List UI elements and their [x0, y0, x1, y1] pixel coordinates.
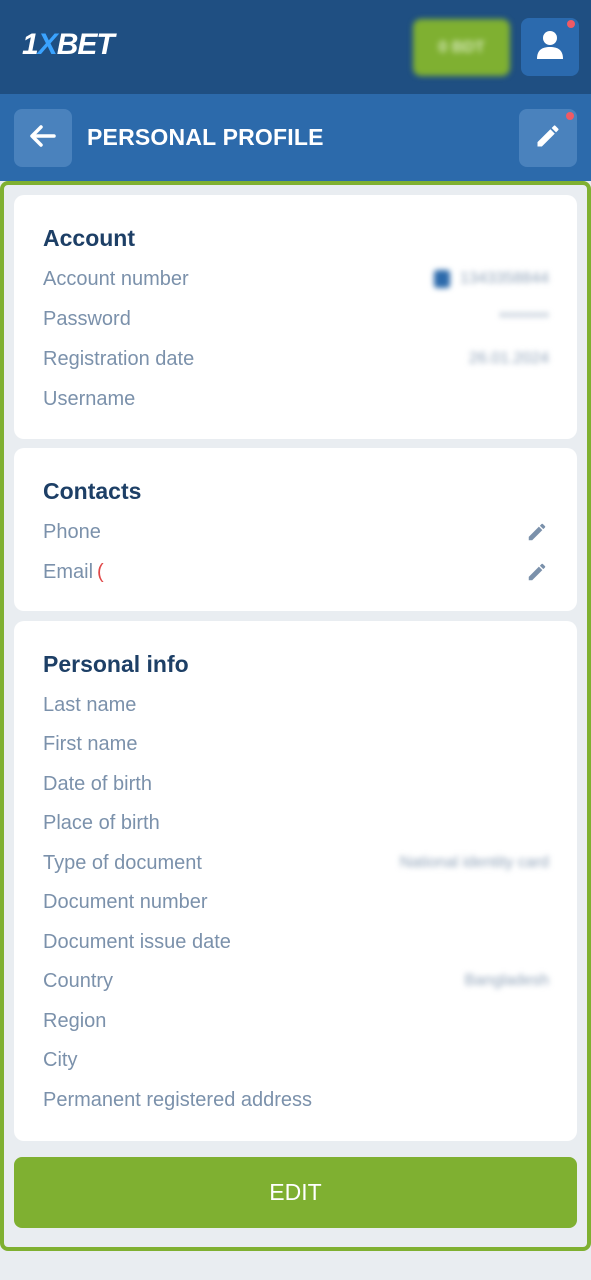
- row-label: Phone: [43, 520, 101, 543]
- balance-button[interactable]: 0 BDT: [413, 19, 510, 76]
- edit-button[interactable]: EDIT: [14, 1157, 577, 1228]
- contacts-card: Contacts Phone Email(: [14, 448, 577, 611]
- first-name-row: First name: [43, 729, 549, 759]
- balance-label: 0 BDT: [438, 38, 485, 56]
- back-button[interactable]: [14, 109, 72, 167]
- row-label: Username: [43, 387, 136, 410]
- date-of-birth-row: Date of birth: [43, 769, 549, 799]
- row-label: Document number: [43, 890, 208, 913]
- personal-info-card: Personal info Last name First name Date …: [14, 621, 577, 1141]
- document-number-row: Document number: [43, 887, 549, 917]
- row-label: Permanent registered address: [43, 1088, 313, 1111]
- row-label: Place of birth: [43, 811, 160, 834]
- card-title: Account: [43, 225, 135, 251]
- user-icon: [536, 30, 564, 65]
- row-label: Date of birth: [43, 772, 152, 795]
- registration-date-value: 26.01.2024: [468, 350, 549, 367]
- document-type-row: Type of document National identity card: [43, 848, 549, 878]
- row-label: City: [43, 1048, 78, 1071]
- password-value: ********: [499, 310, 549, 327]
- account-number-row: Account number 1343358844: [43, 264, 549, 294]
- pencil-icon: [534, 122, 562, 155]
- address-row: Permanent registered address: [43, 1085, 549, 1115]
- pencil-icon[interactable]: [525, 560, 549, 584]
- region-row: Region: [43, 1006, 549, 1036]
- row-value: Bangladesh: [464, 972, 549, 989]
- edit-button-label: EDIT: [269, 1179, 322, 1205]
- document-issue-date-row: Document issue date: [43, 927, 549, 957]
- row-label: Email(: [43, 561, 104, 584]
- row-label: Type of document: [43, 851, 202, 874]
- row-label: Last name: [43, 693, 137, 716]
- pencil-icon[interactable]: [525, 520, 549, 544]
- card-title: Personal info: [43, 651, 189, 677]
- logo-prefix: 1: [22, 28, 39, 61]
- email-label: Email: [43, 560, 94, 583]
- profile-button[interactable]: [521, 18, 579, 76]
- logo-x: X: [37, 28, 58, 61]
- row-label: First name: [43, 732, 138, 755]
- page-title: PERSONAL PROFILE: [87, 124, 324, 150]
- logo-suffix: BET: [56, 28, 115, 61]
- row-label: Document issue date: [43, 930, 231, 953]
- alert-mark-icon: (: [97, 560, 104, 583]
- brand-logo[interactable]: 1XBET: [22, 28, 115, 62]
- top-bar: 1XBET 0 BDT: [0, 0, 591, 94]
- row-label: Region: [43, 1009, 107, 1032]
- header-bar: PERSONAL PROFILE: [0, 94, 591, 181]
- notification-dot: [567, 20, 575, 28]
- country-row: Country Bangladesh: [43, 966, 549, 996]
- phone-row: Phone: [43, 517, 549, 547]
- row-label: Registration date: [43, 347, 195, 370]
- account-card: Account Account number 1343358844 Passwo…: [14, 195, 577, 439]
- row-label: Password: [43, 307, 131, 330]
- email-row: Email(: [43, 557, 549, 587]
- password-row: Password ********: [43, 304, 549, 334]
- account-number-value[interactable]: 1343358844: [434, 270, 549, 288]
- username-row: Username: [43, 384, 549, 414]
- last-name-row: Last name: [43, 690, 549, 720]
- registration-date-row: Registration date 26.01.2024: [43, 344, 549, 374]
- card-title: Contacts: [43, 478, 142, 504]
- row-value: National identity card: [399, 854, 549, 871]
- copy-icon: [434, 270, 451, 288]
- arrow-left-icon: [30, 124, 56, 152]
- row-label: Country: [43, 969, 114, 992]
- city-row: City: [43, 1045, 549, 1075]
- edit-profile-button[interactable]: [519, 109, 577, 167]
- row-label: Account number: [43, 267, 189, 290]
- notification-dot: [566, 112, 574, 120]
- place-of-birth-row: Place of birth: [43, 808, 549, 838]
